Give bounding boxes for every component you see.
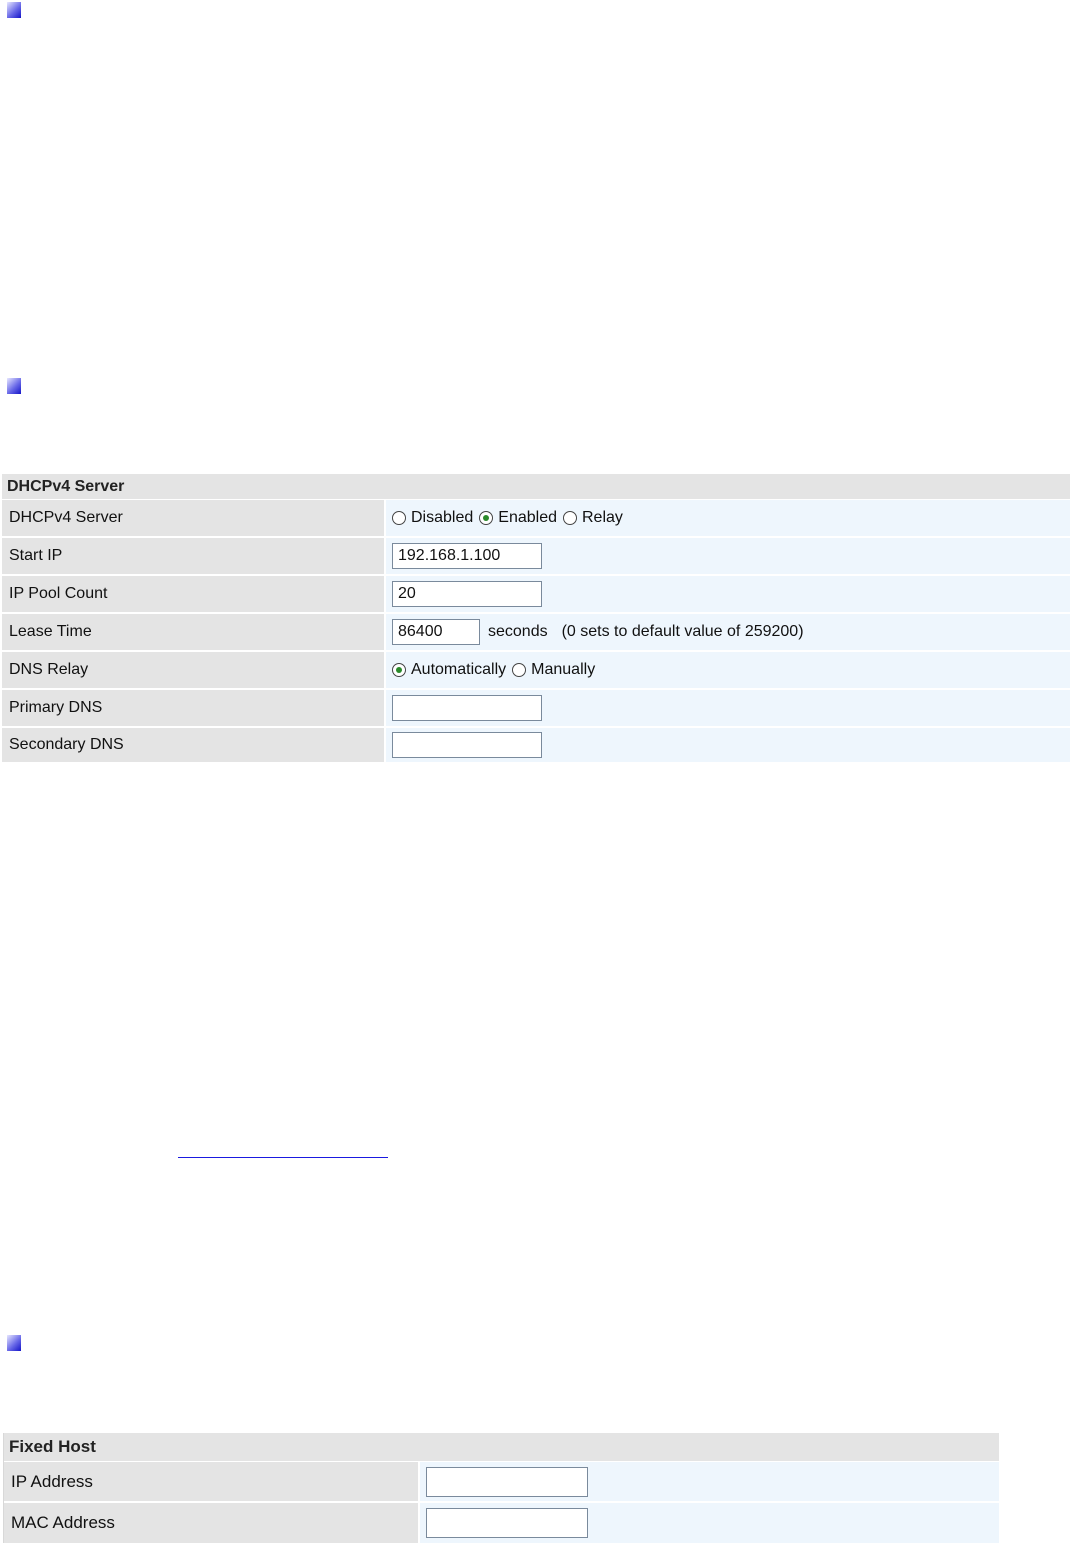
table-row: IP Pool Count — [2, 576, 1070, 614]
row-value — [420, 1462, 999, 1501]
table-row: Lease Time seconds (0 sets to default va… — [2, 614, 1070, 652]
primary-dns-input[interactable] — [392, 695, 542, 721]
fixed-host-table: Fixed Host IP Address MAC Address — [3, 1433, 999, 1543]
radio-circle-icon — [512, 663, 527, 677]
row-label: Primary DNS — [2, 690, 386, 726]
row-label: IP Address — [4, 1462, 420, 1501]
row-value — [386, 538, 1070, 574]
radio-circle-checked-icon — [392, 663, 406, 677]
section-marker-icon — [7, 378, 21, 394]
row-value — [386, 576, 1070, 612]
radio-circle-icon — [562, 511, 577, 525]
table-row: IP Address — [4, 1462, 999, 1503]
table-row: Secondary DNS — [2, 728, 1070, 762]
link-underline[interactable] — [178, 1141, 388, 1158]
radio-automatically[interactable]: Automatically — [392, 661, 506, 679]
table-row: DHCPv4 Server Disabled Enabled Relay — [2, 500, 1070, 538]
row-value: seconds (0 sets to default value of 2592… — [386, 614, 1070, 650]
row-label: DNS Relay — [2, 652, 386, 688]
row-label: Start IP — [2, 538, 386, 574]
radio-circle-icon — [392, 511, 406, 525]
row-label: IP Pool Count — [2, 576, 386, 612]
lease-time-unit: seconds — [488, 623, 548, 640]
secondary-dns-input[interactable] — [392, 732, 542, 758]
radio-label: Disabled — [411, 509, 474, 526]
radio-enabled[interactable]: Enabled — [479, 509, 557, 527]
radio-label: Automatically — [411, 661, 507, 678]
fixed-host-ip-input[interactable] — [426, 1466, 588, 1497]
ip-pool-count-input[interactable] — [392, 581, 542, 607]
radio-label: Enabled — [498, 509, 557, 526]
radio-manually[interactable]: Manually — [512, 661, 595, 679]
radio-circle-checked-icon — [479, 511, 494, 525]
section-marker-icon — [7, 1335, 21, 1351]
radio-disabled[interactable]: Disabled — [392, 509, 473, 527]
row-value — [420, 1503, 999, 1543]
table-row: DNS Relay Automatically Manually — [2, 652, 1070, 690]
table-row: Start IP — [2, 538, 1070, 576]
radio-label: Relay — [581, 509, 623, 526]
fixed-host-mac-input[interactable] — [426, 1508, 588, 1538]
table-row: MAC Address — [4, 1503, 999, 1543]
row-value — [386, 728, 1070, 762]
table-row: Primary DNS — [2, 690, 1070, 728]
radio-relay[interactable]: Relay — [562, 509, 623, 527]
section-marker-icon — [7, 2, 21, 18]
table-title: DHCPv4 Server — [2, 474, 1070, 500]
dhcp-server-table: DHCPv4 Server DHCPv4 Server Disabled Ena… — [2, 474, 1070, 762]
lease-time-note: (0 sets to default value of 259200) — [561, 623, 804, 640]
row-label: Secondary DNS — [2, 728, 386, 762]
row-value: Automatically Manually — [386, 652, 1070, 688]
row-label: MAC Address — [4, 1503, 420, 1543]
lease-time-input[interactable] — [392, 619, 480, 645]
row-value — [386, 690, 1070, 726]
table-title: Fixed Host — [4, 1433, 999, 1462]
dhcp-server-mode-radio-group: Disabled Enabled Relay — [392, 509, 629, 527]
radio-label: Manually — [531, 661, 596, 678]
start-ip-input[interactable] — [392, 543, 542, 569]
row-label: Lease Time — [2, 614, 386, 650]
row-value: Disabled Enabled Relay — [386, 500, 1070, 536]
row-label: DHCPv4 Server — [2, 500, 386, 536]
dns-relay-radio-group: Automatically Manually — [392, 661, 601, 679]
